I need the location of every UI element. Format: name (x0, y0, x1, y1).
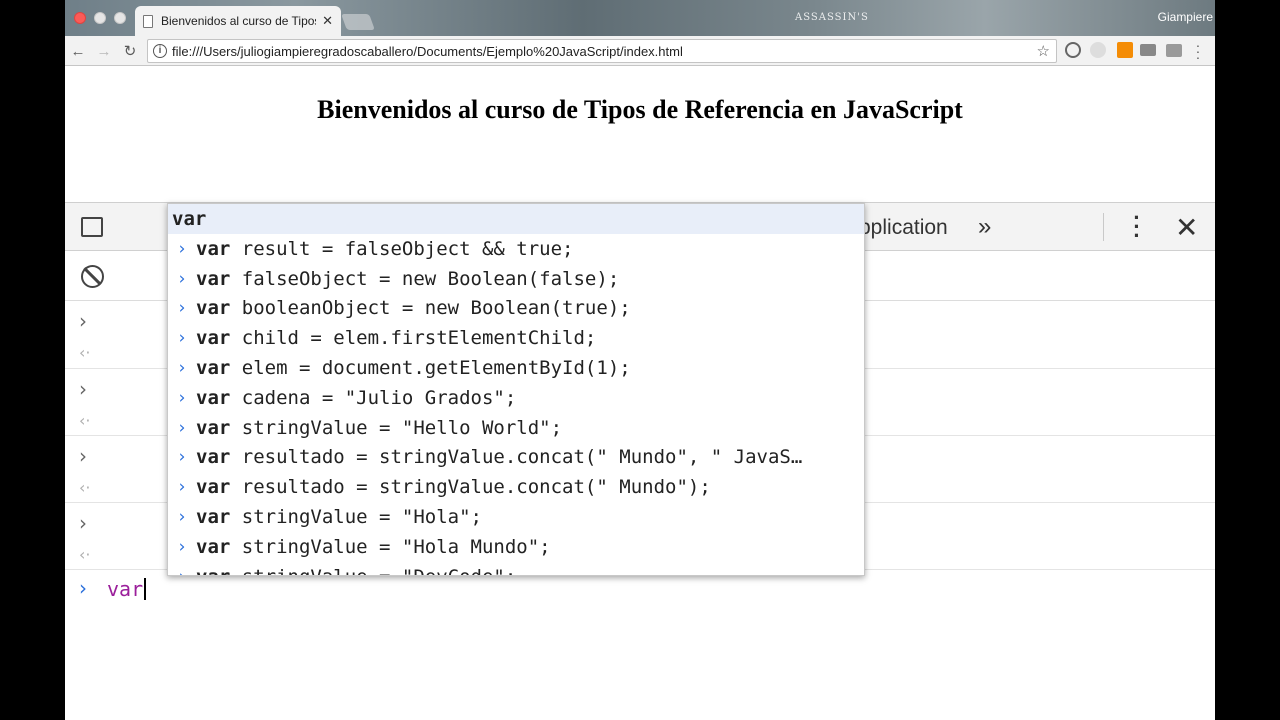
new-tab-button[interactable] (341, 14, 375, 30)
input-chevron-icon: › (79, 511, 87, 535)
autocomplete-text: stringValue = "DevCode"; (230, 566, 517, 575)
output-chevron-icon: ‹· (79, 411, 91, 430)
theme-logo: ASSASSIN'S (795, 12, 869, 23)
back-icon[interactable]: ← (67, 40, 89, 62)
chevron-right-icon: › (178, 507, 186, 528)
chevron-right-icon: › (178, 477, 186, 498)
autocomplete-item[interactable]: › var resultado = stringValue.concat(" Mu… (168, 443, 864, 473)
autocomplete-header[interactable]: var (168, 204, 864, 234)
devtools-close-icon[interactable]: ✕ (1175, 211, 1198, 244)
autocomplete-item[interactable]: › var result = falseObject && true; (168, 234, 864, 264)
autocomplete-text: cadena = "Julio Grados"; (230, 386, 517, 409)
autocomplete-text: resultado = stringValue.concat(" Mundo")… (230, 476, 711, 499)
text-caret (144, 578, 147, 600)
autocomplete-keyword: var (196, 357, 231, 380)
toolbar-divider (1103, 213, 1104, 241)
output-chevron-icon: ‹· (79, 545, 91, 564)
page-heading: Bienvenidos al curso de Tipos de Referen… (317, 95, 963, 124)
console-input-text: var (107, 577, 144, 601)
reload-icon[interactable]: ↻ (119, 40, 141, 62)
chevron-right-icon: › (168, 567, 196, 575)
url-text[interactable]: file:///Users/juliogiampieregradoscaball… (172, 44, 683, 59)
chevron-right-icon: › (178, 536, 186, 557)
browser-window: Bienvenidos al curso de Tipos ✕ ASSASSIN… (65, 0, 1215, 720)
browser-tab[interactable]: Bienvenidos al curso de Tipos ✕ (135, 6, 341, 36)
window-minimize-button[interactable] (94, 12, 106, 24)
autocomplete-item[interactable]: › var resultado = stringValue.concat(" Mu… (168, 472, 864, 502)
tab-strip: Bienvenidos al curso de Tipos ✕ ASSASSIN… (65, 0, 1215, 36)
autocomplete-item[interactable]: › var cadena = "Julio Grados"; (168, 383, 864, 413)
output-chevron-icon: ‹· (79, 343, 91, 362)
window-maximize-button[interactable] (114, 12, 126, 24)
chevron-right-icon: › (178, 417, 186, 438)
devtools-menu-icon[interactable]: · · · (1133, 207, 1141, 247)
address-bar[interactable]: i file:///Users/juliogiampieregradoscaba… (147, 39, 1057, 63)
autocomplete-keyword: var (196, 446, 231, 469)
bookmark-star-icon[interactable]: ☆ (1037, 42, 1050, 60)
clear-console-icon[interactable] (81, 265, 104, 288)
extension-icon[interactable] (1166, 44, 1182, 57)
autocomplete-keyword: var (196, 297, 231, 320)
autocomplete-item[interactable]: › var elem = document.getElementById(1); (168, 353, 864, 383)
autocomplete-keyword: var (196, 506, 231, 529)
more-tabs-icon[interactable]: » (978, 213, 991, 241)
chevron-right-icon: › (178, 387, 186, 408)
autocomplete-item[interactable]: › var stringValue = "Hola"; (168, 502, 864, 532)
autocomplete-text: booleanObject = new Boolean(true); (230, 297, 631, 320)
console-input[interactable]: var (107, 577, 147, 601)
autocomplete-item[interactable]: › var booleanObject = new Boolean(true); (168, 294, 864, 324)
browser-toolbar: ← → ↻ i file:///Users/juliogiampieregrad… (65, 36, 1215, 66)
autocomplete-text: stringValue = "Hola Mundo"; (230, 535, 551, 558)
autocomplete-dropdown: var › var result = falseObject && true; › v… (167, 203, 865, 576)
autocomplete-keyword: var (196, 386, 231, 409)
input-chevron-icon: › (79, 444, 87, 468)
profile-name[interactable]: Giampiere (1158, 10, 1213, 24)
autocomplete-text: child = elem.firstElementChild; (230, 327, 597, 350)
inspect-element-icon[interactable] (81, 217, 103, 237)
console-prompt-icon: › (79, 576, 87, 600)
mail-icon[interactable] (1140, 44, 1156, 56)
autocomplete-keyword: var (196, 476, 231, 499)
autocomplete-item[interactable]: ›var stringValue = "DevCode"; (168, 562, 864, 575)
page-content: Bienvenidos al curso de Tipos de Referen… (65, 67, 1215, 202)
autocomplete-item[interactable]: › var stringValue = "Hello World"; (168, 413, 864, 443)
chevron-right-icon: › (178, 298, 186, 319)
autocomplete-keyword: var (196, 416, 231, 439)
autocomplete-keyword: var (196, 327, 231, 350)
chevron-right-icon: › (178, 268, 186, 289)
autocomplete-keyword: var (196, 566, 230, 575)
output-chevron-icon: ‹· (79, 478, 91, 497)
chevron-right-icon: › (178, 358, 186, 379)
autocomplete-text: stringValue = "Hola"; (230, 506, 482, 529)
chevron-right-icon: › (178, 328, 186, 349)
autocomplete-item[interactable]: › var stringValue = "Hola Mundo"; (168, 532, 864, 562)
autocomplete-list: › var result = falseObject && true; › var f… (168, 234, 864, 575)
autocomplete-keyword: var (196, 535, 231, 558)
chevron-right-icon: › (178, 447, 186, 468)
autocomplete-item[interactable]: › var child = elem.firstElementChild; (168, 323, 864, 353)
autocomplete-keyword: var (196, 267, 231, 290)
forward-icon[interactable]: → (93, 40, 115, 62)
extension-icon[interactable] (1065, 42, 1081, 58)
autocomplete-text: stringValue = "Hello World"; (230, 416, 563, 439)
window-close-button[interactable] (74, 12, 86, 24)
extension-icon[interactable] (1090, 42, 1106, 58)
chevron-right-icon: › (178, 238, 186, 259)
input-chevron-icon: › (79, 377, 87, 401)
tab-close-icon[interactable]: ✕ (322, 13, 333, 29)
input-chevron-icon: › (79, 309, 87, 333)
page-icon (143, 14, 153, 28)
autocomplete-item[interactable]: › var falseObject = new Boolean(false); (168, 264, 864, 294)
screen: Bienvenidos al curso de Tipos ✕ ASSASSIN… (0, 0, 1280, 720)
extension-icon[interactable] (1117, 42, 1133, 58)
autocomplete-text: falseObject = new Boolean(false); (230, 267, 620, 290)
autocomplete-text: resultado = stringValue.concat(" Mundo",… (230, 446, 803, 469)
browser-menu-icon[interactable]: · · · (1193, 38, 1203, 64)
autocomplete-text: elem = document.getElementById(1); (230, 357, 631, 380)
autocomplete-keyword: var (196, 237, 231, 260)
autocomplete-text: result = falseObject && true; (230, 237, 574, 260)
info-icon[interactable]: i (153, 44, 167, 58)
tab-title: Bienvenidos al curso de Tipos (161, 14, 317, 28)
